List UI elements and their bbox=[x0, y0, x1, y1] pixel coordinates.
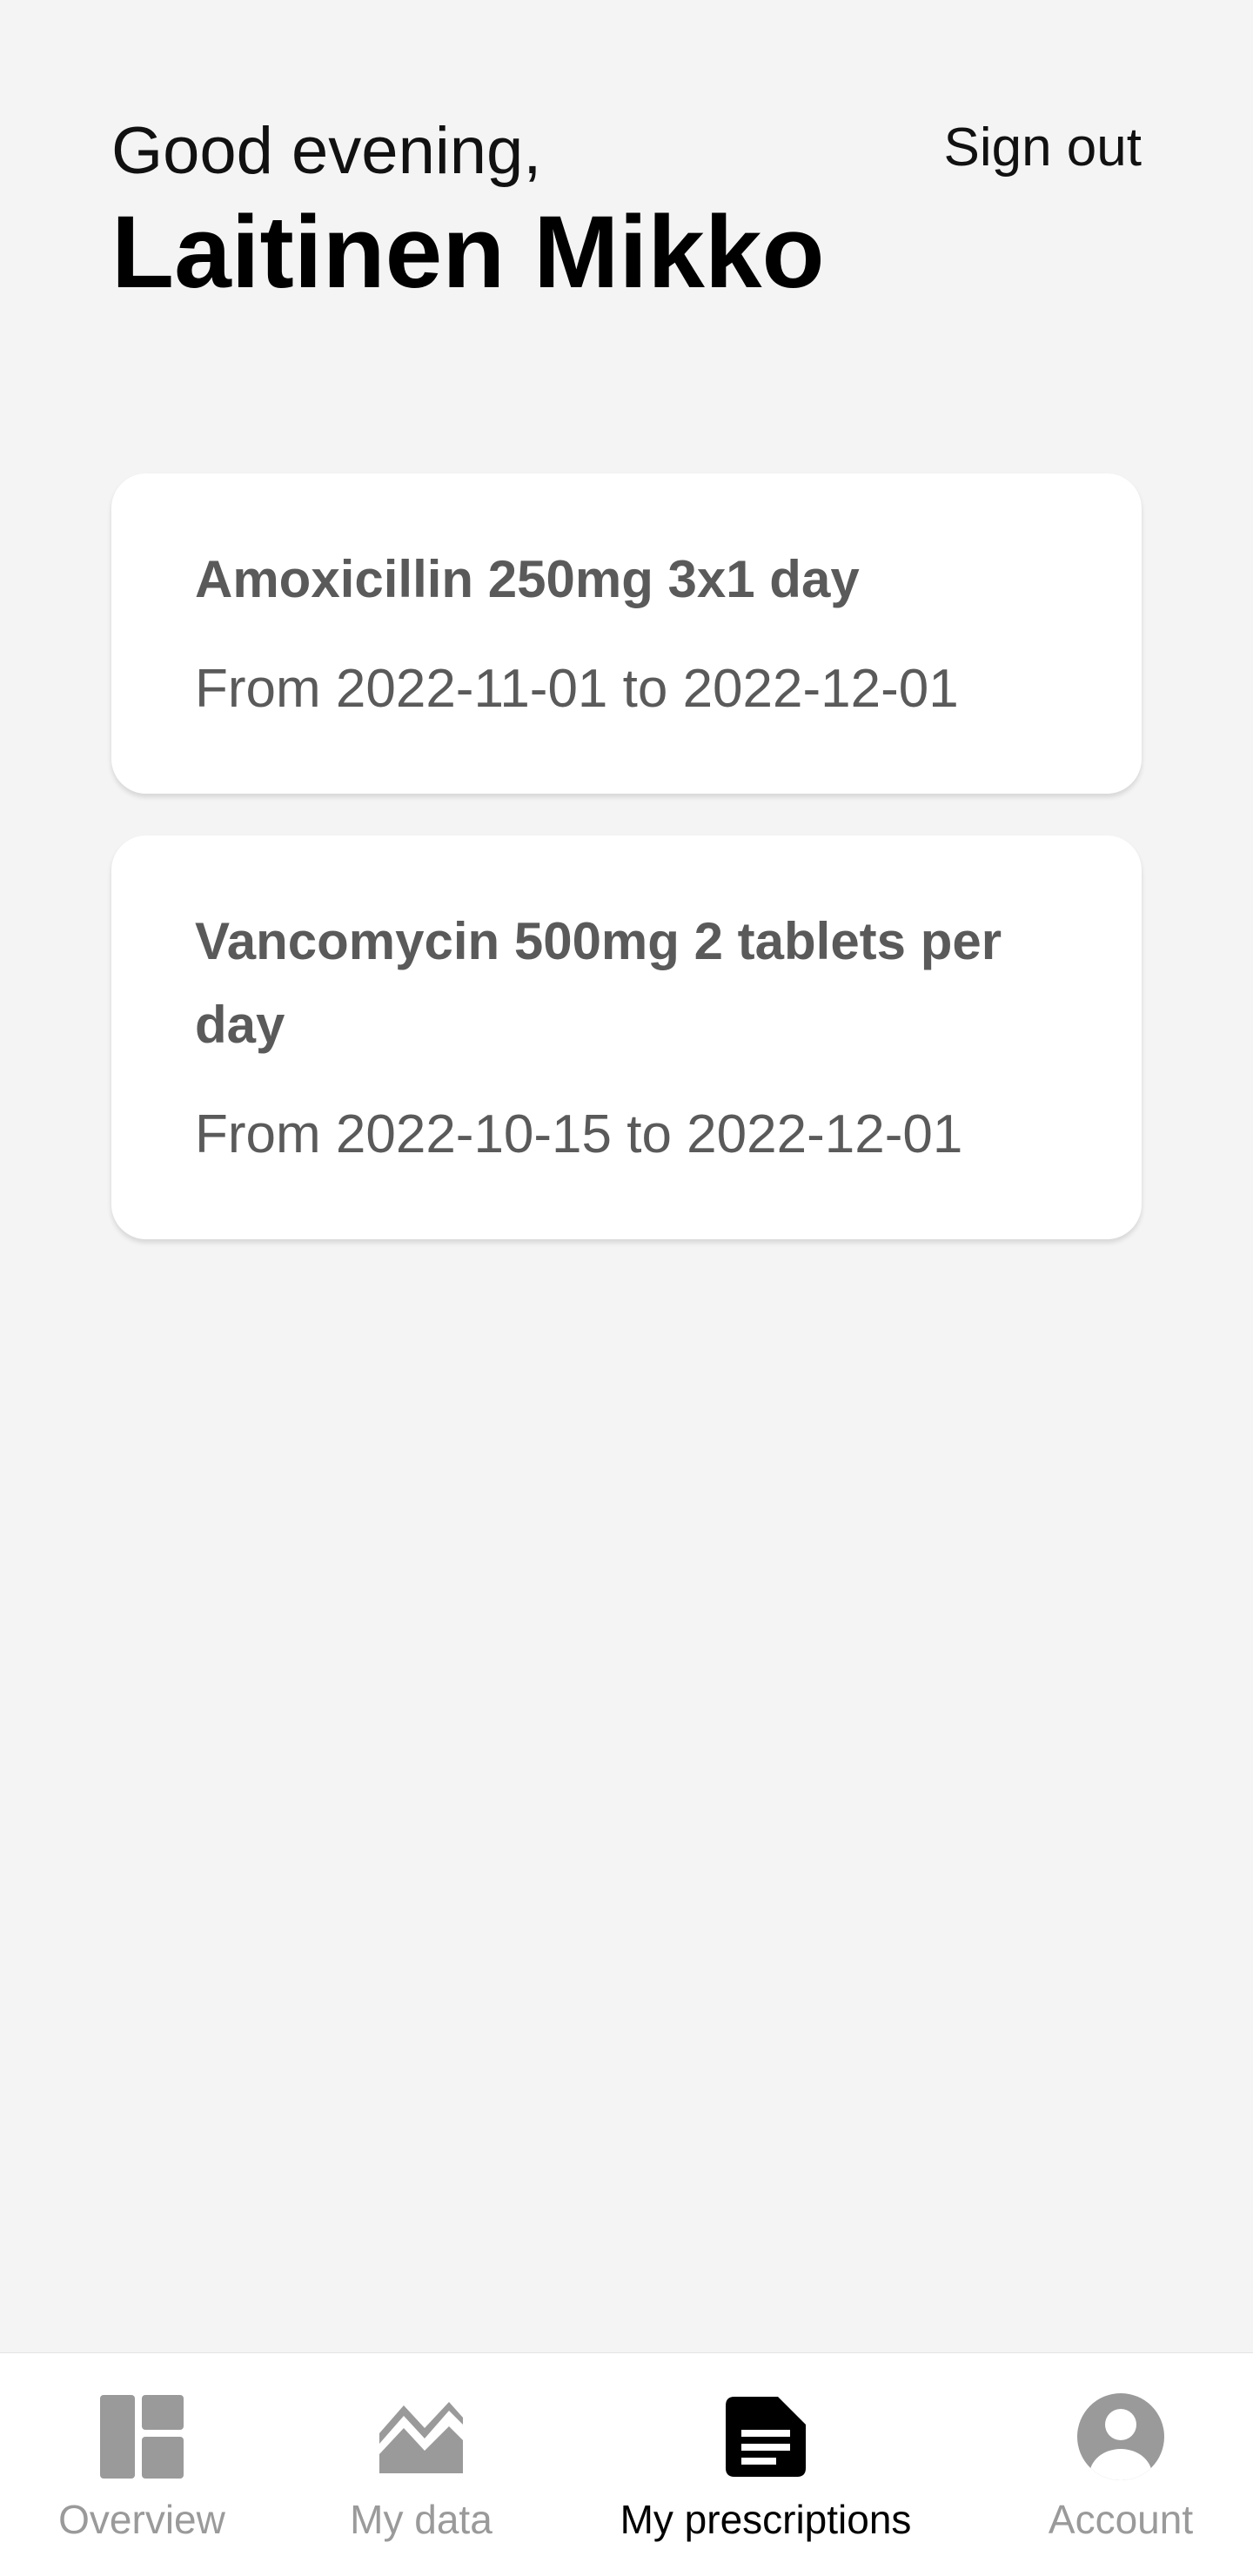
nav-item-my-prescriptions[interactable]: My prescriptions bbox=[600, 2353, 931, 2576]
account-circle-icon bbox=[1075, 2392, 1166, 2482]
sign-out-button[interactable]: Sign out bbox=[943, 117, 1142, 178]
prescription-dates: From 2022-10-15 to 2022-12-01 bbox=[195, 1104, 963, 1164]
bottom-nav: Overview My data My prescriptions Accoun… bbox=[0, 2352, 1253, 2576]
prescription-card[interactable]: Amoxicillin 250mg 3x1 day From 2022-11-0… bbox=[111, 473, 1142, 794]
header: Good evening, Laitinen Mikko Sign out bbox=[111, 113, 1142, 312]
nav-label: My data bbox=[350, 2497, 492, 2542]
document-icon bbox=[720, 2392, 811, 2482]
prescription-list: Amoxicillin 250mg 3x1 day From 2022-11-0… bbox=[111, 473, 1142, 1281]
prescription-title: Amoxicillin 250mg 3x1 day bbox=[195, 550, 860, 608]
nav-item-overview[interactable]: Overview bbox=[55, 2353, 229, 2576]
dashboard-icon bbox=[97, 2392, 187, 2482]
prescription-dates: From 2022-11-01 to 2022-12-01 bbox=[195, 659, 959, 719]
nav-label: My prescriptions bbox=[620, 2497, 912, 2542]
nav-item-account[interactable]: Account bbox=[1029, 2353, 1212, 2576]
user-name: Laitinen Mikko bbox=[111, 195, 825, 311]
prescription-card[interactable]: Vancomycin 500mg 2 tablets per day From … bbox=[111, 835, 1142, 1239]
chart-icon bbox=[376, 2392, 466, 2482]
nav-label: Overview bbox=[58, 2497, 225, 2542]
nav-label: Account bbox=[1048, 2497, 1194, 2542]
prescription-title: Vancomycin 500mg 2 tablets per day bbox=[195, 912, 1002, 1054]
nav-item-my-data[interactable]: My data bbox=[334, 2353, 508, 2576]
